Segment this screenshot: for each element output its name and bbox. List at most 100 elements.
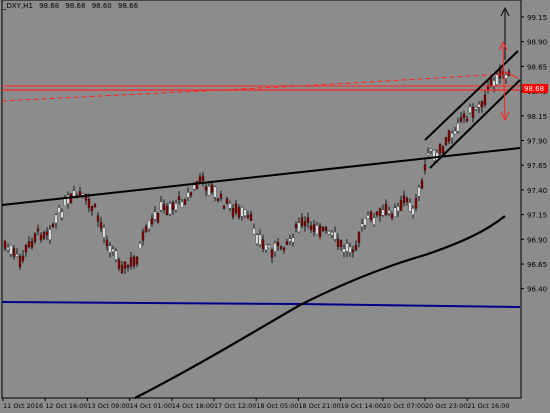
support-line[interactable] bbox=[1, 301, 521, 308]
candle-body bbox=[399, 200, 403, 211]
price-axis-label: 97.90 bbox=[527, 138, 547, 146]
candle-body bbox=[387, 210, 391, 214]
candle-body bbox=[60, 211, 64, 219]
time-axis: 11 Oct 2016 12 Oct 16:00 13 Oct 09:00 14 Oc… bbox=[2, 398, 510, 410]
price-axis-label: 98.90 bbox=[527, 39, 547, 47]
chart-window[interactable]: _DXY,H1 98.68 98.68 98.60 98.66 99.15 98… bbox=[0, 0, 550, 413]
candle-body bbox=[414, 198, 418, 209]
price-axis-label: 97.65 bbox=[527, 162, 547, 170]
candle-body bbox=[270, 249, 274, 258]
candle-body bbox=[300, 217, 304, 226]
candle-body bbox=[390, 214, 394, 219]
candle-body bbox=[234, 203, 238, 213]
candlesticks bbox=[3, 64, 511, 275]
candle-body bbox=[114, 250, 118, 260]
candle-body bbox=[363, 218, 367, 226]
candle-body bbox=[339, 240, 343, 247]
candle-body bbox=[99, 222, 103, 229]
candle-body bbox=[444, 136, 448, 145]
time-axis-label: 14 Oct 18:00 bbox=[172, 402, 214, 410]
candle-body bbox=[312, 224, 316, 232]
candle-body bbox=[198, 176, 202, 184]
price-axis-label: 96.40 bbox=[527, 286, 547, 294]
candle-body bbox=[135, 256, 139, 265]
candle-body bbox=[159, 201, 163, 211]
time-axis-label: 14 Oct 01:00 bbox=[130, 402, 172, 410]
candle-body bbox=[378, 208, 382, 217]
candle-body bbox=[468, 106, 472, 114]
candle-body bbox=[192, 184, 196, 190]
candle-body bbox=[438, 144, 442, 154]
candle-body bbox=[78, 191, 82, 196]
candle-body bbox=[321, 227, 325, 231]
candle-body bbox=[282, 247, 286, 251]
candle-body bbox=[474, 107, 478, 110]
candle-body bbox=[3, 241, 7, 249]
candle-body bbox=[105, 239, 109, 246]
candle-body bbox=[348, 246, 352, 253]
candle-body bbox=[147, 220, 151, 230]
candle-body bbox=[120, 264, 124, 274]
price-axis-label: 97.15 bbox=[527, 212, 547, 220]
time-axis-label: 12 Oct 16:00 bbox=[45, 402, 87, 410]
time-axis-label: 20 Oct 07:00 bbox=[383, 402, 425, 410]
time-axis-label: 13 Oct 09:00 bbox=[87, 402, 129, 410]
plot-frame bbox=[1, 0, 522, 399]
candle-body bbox=[402, 195, 406, 204]
candle-body bbox=[129, 257, 133, 267]
price-axis-label: 98.65 bbox=[527, 63, 547, 71]
candle-body bbox=[411, 208, 415, 215]
candle-body bbox=[351, 249, 355, 252]
candle-body bbox=[162, 204, 166, 210]
price-chart[interactable]: 99.1598.9098.6598.4098.1597.9097.6597.40… bbox=[0, 0, 550, 413]
candle-body bbox=[33, 233, 37, 242]
candle-body bbox=[285, 241, 289, 245]
candle-body bbox=[432, 149, 436, 161]
candle-body bbox=[369, 211, 373, 220]
candle-body bbox=[384, 204, 388, 216]
candle-body bbox=[327, 231, 331, 235]
candle-body bbox=[354, 245, 358, 250]
candle-body bbox=[213, 186, 217, 198]
candle-body bbox=[267, 244, 271, 249]
candle-body bbox=[408, 202, 412, 212]
price-axis-label: 98.15 bbox=[527, 113, 547, 121]
candle-body bbox=[18, 255, 22, 267]
candle-body bbox=[210, 184, 214, 193]
candle-body bbox=[276, 242, 280, 246]
candle-body bbox=[252, 228, 256, 235]
candle-body bbox=[336, 239, 340, 248]
candle-body bbox=[108, 245, 112, 253]
candle-body bbox=[186, 192, 190, 198]
candle-body bbox=[495, 74, 499, 85]
candle-body bbox=[372, 217, 376, 225]
candle-body bbox=[180, 201, 184, 208]
candle-body bbox=[243, 209, 247, 216]
candle-body bbox=[201, 175, 205, 181]
candle-body bbox=[240, 207, 244, 217]
candle-body bbox=[141, 231, 145, 241]
candle-body bbox=[48, 229, 52, 241]
candle-body bbox=[15, 253, 19, 257]
candle-body bbox=[306, 217, 310, 223]
time-axis-label: 18 Oct 05:00 bbox=[256, 402, 298, 410]
candle-body bbox=[189, 192, 193, 196]
candle-body bbox=[246, 215, 250, 218]
candle-body bbox=[231, 208, 235, 217]
candle-body bbox=[279, 246, 283, 249]
candle-body bbox=[228, 203, 232, 209]
candle-body bbox=[219, 193, 223, 199]
candle-body bbox=[480, 101, 484, 108]
candle-body bbox=[483, 95, 487, 105]
candle-body bbox=[174, 203, 178, 211]
candle-body bbox=[396, 206, 400, 212]
candle-body bbox=[42, 232, 46, 239]
resistance-dashed-line[interactable] bbox=[1, 73, 506, 102]
candle-body bbox=[138, 243, 142, 249]
candle-body bbox=[345, 243, 349, 252]
candle-body bbox=[51, 224, 55, 227]
candle-body bbox=[342, 248, 346, 253]
candle-body bbox=[504, 74, 508, 79]
candle-body bbox=[132, 256, 136, 267]
candle-body bbox=[12, 248, 16, 257]
